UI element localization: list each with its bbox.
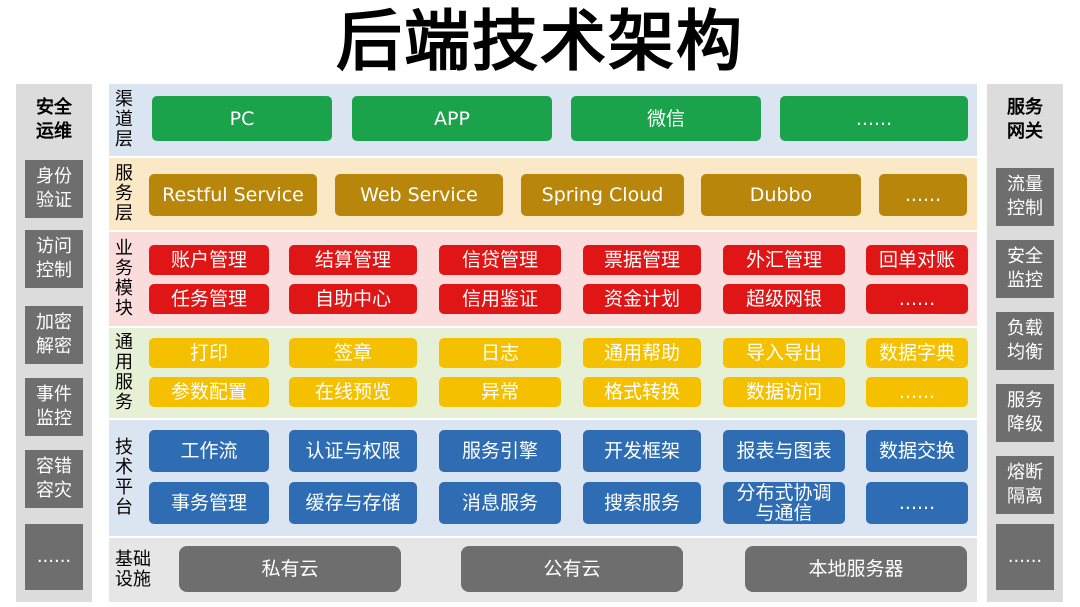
channel-layer: 渠道层 PC APP 微信 ...... <box>109 84 977 156</box>
common-r1-3: 通用帮助 <box>583 338 701 368</box>
common-r2-0: 参数配置 <box>149 377 269 407</box>
encryption-box: 加密解密 <box>25 306 83 364</box>
service-layer-label: 服务层 <box>115 163 133 224</box>
business-r2-1: 自助中心 <box>289 284 417 314</box>
security-monitor-box: 安全监控 <box>996 240 1054 298</box>
business-r1-0: 账户管理 <box>149 245 269 275</box>
common-r2-3: 格式转换 <box>583 377 701 407</box>
business-layer: 业务模块 账户管理 结算管理 信贷管理 票据管理 外汇管理 回单对账 任务管理 … <box>109 232 977 326</box>
tech-r2-4: 分布式协调与通信 <box>723 482 845 524</box>
infra-layer-label: 基础设施 <box>115 549 151 590</box>
infra-layer: 基础设施 私有云 公有云 本地服务器 <box>109 538 977 602</box>
tech-r1-4: 报表与图表 <box>723 430 845 472</box>
tech-layer: 技术平台 工作流 认证与权限 服务引擎 开发框架 报表与图表 数据交换 事务管理… <box>109 420 977 536</box>
service-more: ...... <box>879 174 967 216</box>
common-r1-1: 签章 <box>289 338 417 368</box>
security-ops-column: 安全运维 身份验证 访问控制 加密解密 事件监控 容错容灾 ...... <box>16 84 92 602</box>
tech-r2-2: 消息服务 <box>439 482 561 524</box>
tech-r1-5: 数据交换 <box>866 430 968 472</box>
common-r1-0: 打印 <box>149 338 269 368</box>
more-box: ...... <box>996 524 1054 590</box>
tech-r1-3: 开发框架 <box>583 430 701 472</box>
tech-r1-0: 工作流 <box>149 430 269 472</box>
common-r1-4: 导入导出 <box>723 338 845 368</box>
traffic-control-box: 流量控制 <box>996 168 1054 226</box>
load-balance-box: 负载均衡 <box>996 312 1054 370</box>
business-r2-4: 超级网银 <box>723 284 845 314</box>
tech-layer-label: 技术平台 <box>115 437 133 518</box>
circuit-breaker-box: 熔断隔离 <box>996 456 1054 514</box>
business-r2-2: 信用鉴证 <box>439 284 561 314</box>
service-dubbo: Dubbo <box>701 174 861 216</box>
service-gateway-header: 服务网关 <box>1007 97 1043 142</box>
service-gateway-column: 服务网关 流量控制 安全监控 负载均衡 服务降级 熔断隔离 ...... <box>987 84 1063 602</box>
infra-private-cloud: 私有云 <box>179 546 401 592</box>
more-box: ...... <box>25 524 83 590</box>
page-title: 后端技术架构 <box>336 3 744 80</box>
channel-pc: PC <box>152 96 332 141</box>
security-ops-header: 安全运维 <box>36 97 72 142</box>
business-r1-1: 结算管理 <box>289 245 417 275</box>
access-control-box: 访问控制 <box>25 230 83 288</box>
common-layer: 通用服务 打印 签章 日志 通用帮助 导入导出 数据字典 参数配置 在线预览 异… <box>109 328 977 418</box>
tech-r1-2: 服务引擎 <box>439 430 561 472</box>
channel-wechat: 微信 <box>571 96 761 141</box>
business-r1-2: 信贷管理 <box>439 245 561 275</box>
business-r1-3: 票据管理 <box>583 245 701 275</box>
business-r2-0: 任务管理 <box>149 284 269 314</box>
service-degrade-box: 服务降级 <box>996 384 1054 442</box>
business-r1-5: 回单对账 <box>866 245 968 275</box>
common-r1-2: 日志 <box>439 338 561 368</box>
common-r1-5: 数据字典 <box>866 338 968 368</box>
tech-r1-1: 认证与权限 <box>289 430 417 472</box>
common-r2-1: 在线预览 <box>289 377 417 407</box>
channel-layer-label: 渠道层 <box>115 89 133 150</box>
tech-r2-3: 搜索服务 <box>583 482 701 524</box>
business-layer-label: 业务模块 <box>115 238 133 319</box>
identity-auth-box: 身份验证 <box>25 160 83 218</box>
fault-tolerance-box: 容错容灾 <box>25 450 83 508</box>
tech-r2-0: 事务管理 <box>149 482 269 524</box>
common-r2-5: ...... <box>866 377 968 407</box>
infra-local-server: 本地服务器 <box>745 546 967 592</box>
service-spring-cloud: Spring Cloud <box>521 174 684 216</box>
common-r2-2: 异常 <box>439 377 561 407</box>
event-monitor-box: 事件监控 <box>25 378 83 436</box>
channel-more: ...... <box>780 96 968 141</box>
common-r2-4: 数据访问 <box>723 377 845 407</box>
tech-r2-1: 缓存与存储 <box>289 482 417 524</box>
service-web: Web Service <box>335 174 503 216</box>
service-layer: 服务层 Restful Service Web Service Spring C… <box>109 158 977 230</box>
business-r1-4: 外汇管理 <box>723 245 845 275</box>
common-layer-label: 通用服务 <box>115 332 133 413</box>
tech-r2-5: ...... <box>866 482 968 524</box>
channel-app: APP <box>352 96 552 141</box>
service-restful: Restful Service <box>149 174 317 216</box>
business-r2-5: ...... <box>866 284 968 314</box>
business-r2-3: 资金计划 <box>583 284 701 314</box>
infra-public-cloud: 公有云 <box>461 546 683 592</box>
